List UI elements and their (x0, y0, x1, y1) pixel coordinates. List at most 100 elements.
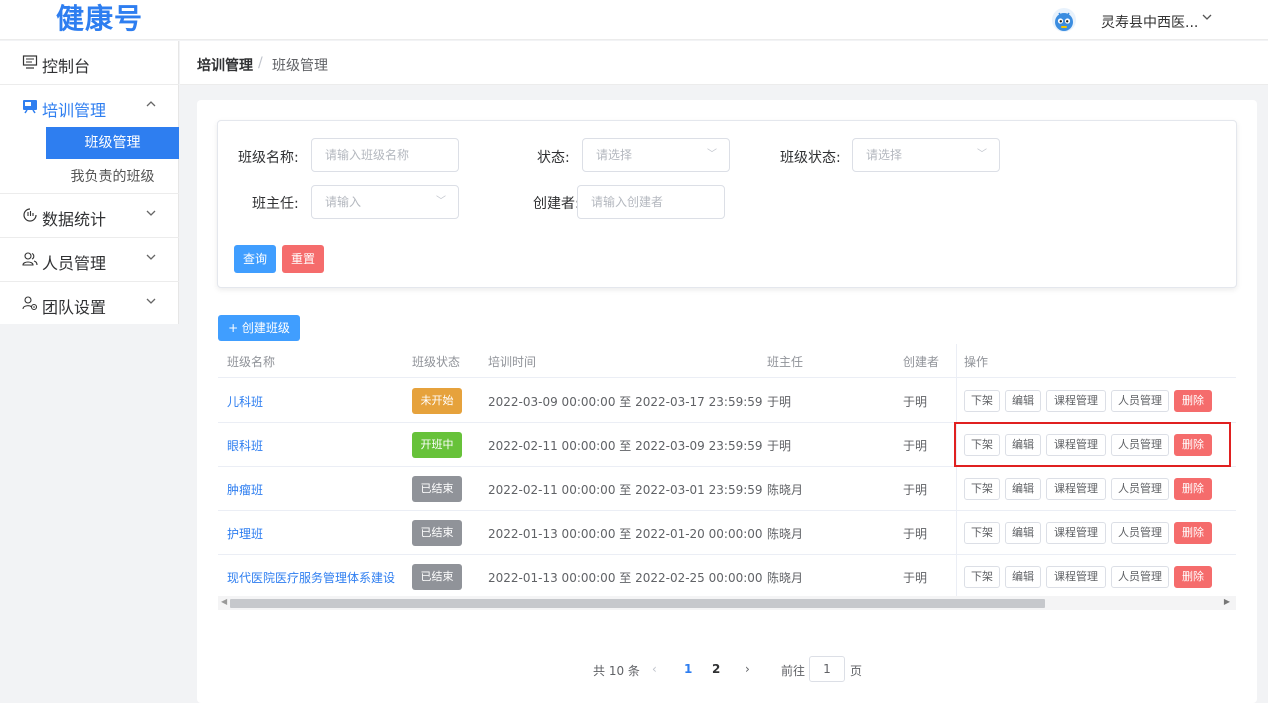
creator-input[interactable]: 请输入创建者 (577, 185, 725, 219)
breadcrumb-parent[interactable]: 培训管理 (197, 55, 253, 75)
status-badge: 未开始 (412, 388, 462, 414)
page-suffix: 页 (850, 664, 863, 678)
reset-button[interactable]: 重置 (282, 245, 324, 273)
staff-manage-button[interactable]: 人员管理 (1111, 390, 1169, 412)
edit-button[interactable]: 编辑 (1005, 566, 1041, 588)
training-time: 2022-01-13 00:00:00 至 2022-02-25 00:00:0… (488, 571, 763, 585)
creator-name: 于明 (903, 439, 928, 453)
class-name-link[interactable]: 眼科班 (227, 437, 263, 454)
status-select-placeholder: 请选择 (596, 148, 633, 162)
edit-button[interactable]: 编辑 (1005, 478, 1041, 500)
sidebar-item-label: 控制台 (42, 57, 91, 76)
course-manage-button[interactable]: 课程管理 (1046, 566, 1106, 588)
scrollbar-thumb[interactable] (230, 599, 1045, 608)
sidebar-item-dashboard[interactable]: 控制台 (0, 41, 179, 85)
table-row: 眼科班 开班中 2022-02-11 00:00:00 至 2022-03-09… (218, 423, 1236, 467)
delete-button[interactable]: 删除 (1174, 434, 1212, 456)
users-icon (22, 251, 38, 267)
creator-name: 于明 (903, 571, 928, 585)
create-class-button[interactable]: + 创建班级 (218, 315, 300, 341)
sidebar-item-staff[interactable]: 人员管理 (0, 238, 179, 282)
table-row: 现代医院医疗服务管理体系建设 已结束 2022-01-13 00:00:00 至… (218, 555, 1236, 599)
avatar[interactable] (1052, 8, 1076, 32)
chevron-down-icon (146, 252, 156, 265)
status-select[interactable]: 请选择 ﹀ (582, 138, 730, 172)
unpublish-button[interactable]: 下架 (964, 566, 1000, 588)
teacher-name: 于明 (767, 439, 792, 453)
staff-manage-button[interactable]: 人员管理 (1111, 566, 1169, 588)
delete-button[interactable]: 删除 (1174, 390, 1212, 412)
chevron-down-icon: ﹀ (436, 196, 446, 207)
creator-name: 于明 (903, 527, 928, 541)
unpublish-button[interactable]: 下架 (964, 522, 1000, 544)
chevron-down-icon[interactable] (1202, 12, 1212, 25)
class-name-link[interactable]: 现代医院医疗服务管理体系建设 (227, 569, 395, 586)
query-button[interactable]: 查询 (234, 245, 276, 273)
scroll-right-icon[interactable]: ▶ (1224, 597, 1230, 606)
sidebar-item-statistics[interactable]: 数据统计 (0, 194, 179, 238)
class-name-link[interactable]: 护理班 (227, 525, 263, 542)
chart-icon (22, 207, 38, 223)
course-manage-button[interactable]: 课程管理 (1046, 390, 1106, 412)
sidebar-item-training[interactable]: 培训管理 班级管理 我负责的班级 (0, 85, 179, 194)
sidebar-item-label: 数据统计 (42, 210, 107, 229)
staff-manage-button[interactable]: 人员管理 (1111, 478, 1169, 500)
chevron-down-icon (146, 296, 156, 309)
edit-button[interactable]: 编辑 (1005, 522, 1041, 544)
column-header: 创建者 (903, 355, 940, 369)
page-2-button[interactable]: 2 (712, 662, 720, 676)
class-status-select[interactable]: 请选择 ﹀ (852, 138, 1000, 172)
class-name-link[interactable]: 儿科班 (227, 393, 263, 410)
column-header: 班主任 (767, 355, 804, 369)
sidebar-item-label: 培训管理 (42, 101, 107, 120)
sidebar-subitem-class-manage[interactable]: 班级管理 (46, 127, 179, 159)
sidebar-subitem-my-classes[interactable]: 我负责的班级 (46, 163, 179, 191)
delete-button[interactable]: 删除 (1174, 478, 1212, 500)
teacher-name: 陈晓月 (767, 483, 804, 497)
unpublish-button[interactable]: 下架 (964, 434, 1000, 456)
class-name-label: 班级名称: (238, 150, 299, 166)
unpublish-button[interactable]: 下架 (964, 390, 1000, 412)
status-badge: 已结束 (412, 564, 462, 590)
column-header: 操作 (964, 355, 989, 369)
page-1-button[interactable]: 1 (684, 662, 692, 676)
user-name[interactable]: 灵寿县中西医... (1101, 12, 1198, 32)
staff-manage-button[interactable]: 人员管理 (1111, 522, 1169, 544)
breadcrumb-separator: / (258, 55, 263, 71)
sidebar-item-team[interactable]: 团队设置 (0, 282, 179, 326)
goto-page-input[interactable]: 1 (809, 656, 845, 682)
search-form: 班级名称: 请输入班级名称 状态: 请选择 ﹀ 班级状态: 请选择 ﹀ 班主任:… (217, 120, 1237, 288)
class-name-input[interactable]: 请输入班级名称 (311, 138, 459, 172)
column-header: 班级名称 (227, 355, 276, 369)
creator-name: 于明 (903, 395, 928, 409)
edit-button[interactable]: 编辑 (1005, 390, 1041, 412)
unpublish-button[interactable]: 下架 (964, 478, 1000, 500)
monitor-icon (22, 54, 38, 70)
teacher-name: 于明 (767, 395, 792, 409)
app-logo[interactable]: 健康号 (56, 1, 143, 37)
course-manage-button[interactable]: 课程管理 (1046, 478, 1106, 500)
next-page-button[interactable]: › (745, 662, 750, 676)
sidebar: 控制台 培训管理 班级管理 我负责的班级 数据统计 人员管理 团队设置 (0, 41, 179, 324)
delete-button[interactable]: 删除 (1174, 522, 1212, 544)
staff-manage-button[interactable]: 人员管理 (1111, 434, 1169, 456)
prev-page-button[interactable]: ‹ (652, 662, 657, 676)
breadcrumb-current: 班级管理 (272, 58, 328, 74)
class-name-link[interactable]: 肿瘤班 (227, 481, 263, 498)
class-status-select-placeholder: 请选择 (866, 148, 903, 162)
scroll-left-icon[interactable]: ◀ (221, 597, 227, 606)
table-header: 班级名称 班级状态 培训时间 班主任 创建者 操作 (218, 344, 1236, 378)
horizontal-scrollbar[interactable]: ◀ ▶ (218, 596, 1236, 610)
team-icon (22, 295, 38, 311)
table-row: 肿瘤班 已结束 2022-02-11 00:00:00 至 2022-03-01… (218, 467, 1236, 511)
teacher-select[interactable]: 请输入 ﹀ (311, 185, 459, 219)
delete-button[interactable]: 删除 (1174, 566, 1212, 588)
sidebar-item-label: 人员管理 (42, 254, 107, 273)
course-manage-button[interactable]: 课程管理 (1046, 434, 1106, 456)
total-count: 共 10 条 (593, 664, 640, 678)
course-manage-button[interactable]: 课程管理 (1046, 522, 1106, 544)
chevron-down-icon: ﹀ (977, 149, 987, 160)
teacher-name: 陈晓月 (767, 527, 804, 541)
edit-button[interactable]: 编辑 (1005, 434, 1041, 456)
column-header: 培训时间 (488, 355, 537, 369)
